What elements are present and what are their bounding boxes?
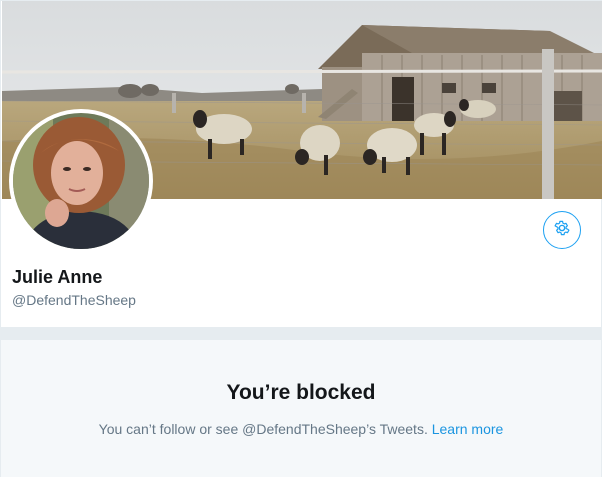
profile-card: Julie Anne @DefendTheSheep [0,0,602,328]
profile-screen-name[interactable]: @DefendTheSheep [12,292,136,308]
profile-display-name[interactable]: Julie Anne [12,267,102,288]
settings-button[interactable] [543,211,581,249]
learn-more-link[interactable]: Learn more [432,421,504,437]
gear-icon [553,219,571,242]
section-divider [0,328,602,340]
blocked-notice: You’re blocked You can’t follow or see @… [0,340,602,477]
blocked-message-line: You can’t follow or see @DefendTheSheep’… [1,421,601,437]
profile-avatar[interactable] [9,109,153,253]
blocked-title: You’re blocked [226,381,376,404]
blocked-message: You can’t follow or see @DefendTheSheep’… [98,421,428,437]
